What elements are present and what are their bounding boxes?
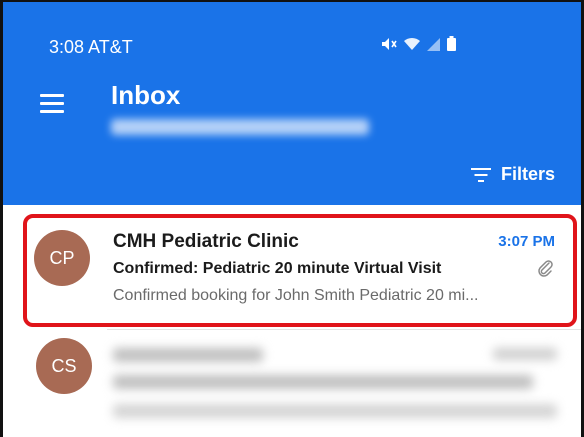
battery-icon bbox=[447, 36, 456, 56]
avatar-initials: CP bbox=[49, 247, 75, 268]
avatar-initials: CS bbox=[51, 355, 77, 376]
blurred-preview bbox=[113, 404, 557, 418]
message-subject: Confirmed: Pediatric 20 minute Virtual V… bbox=[113, 260, 442, 277]
avatar: CP bbox=[34, 230, 90, 286]
hamburger-menu-icon[interactable] bbox=[40, 94, 66, 116]
mute-icon bbox=[381, 37, 397, 56]
paperclip-icon bbox=[537, 259, 553, 277]
app-header: 3:08 AT&T Inbox Filters bbox=[3, 2, 581, 205]
message-row[interactable]: CS bbox=[3, 330, 581, 437]
blurred-time bbox=[493, 348, 557, 360]
status-time-carrier: 3:08 AT&T bbox=[49, 37, 133, 57]
message-row[interactable]: CP CMH Pediatric Clinic 3:07 PM Confirme… bbox=[3, 205, 581, 327]
message-preview: Confirmed booking for John Smith Pediatr… bbox=[113, 287, 479, 304]
status-icons bbox=[381, 36, 456, 56]
filters-button[interactable]: Filters bbox=[470, 164, 555, 185]
avatar: CS bbox=[36, 338, 92, 394]
message-time: 3:07 PM bbox=[498, 233, 555, 250]
account-email-blurred bbox=[111, 119, 369, 135]
blurred-sender bbox=[113, 348, 263, 362]
blurred-subject bbox=[113, 375, 533, 389]
phone-screen: 3:08 AT&T Inbox Filters CP CMH Pediatric… bbox=[0, 0, 584, 437]
filters-label: Filters bbox=[500, 164, 555, 184]
message-sender: CMH Pediatric Clinic bbox=[113, 231, 299, 252]
page-title: Inbox bbox=[111, 80, 181, 110]
wifi-icon bbox=[403, 37, 421, 56]
signal-icon bbox=[427, 38, 441, 56]
filter-icon bbox=[470, 167, 491, 183]
status-bar: 3:08 AT&T bbox=[3, 2, 581, 60]
